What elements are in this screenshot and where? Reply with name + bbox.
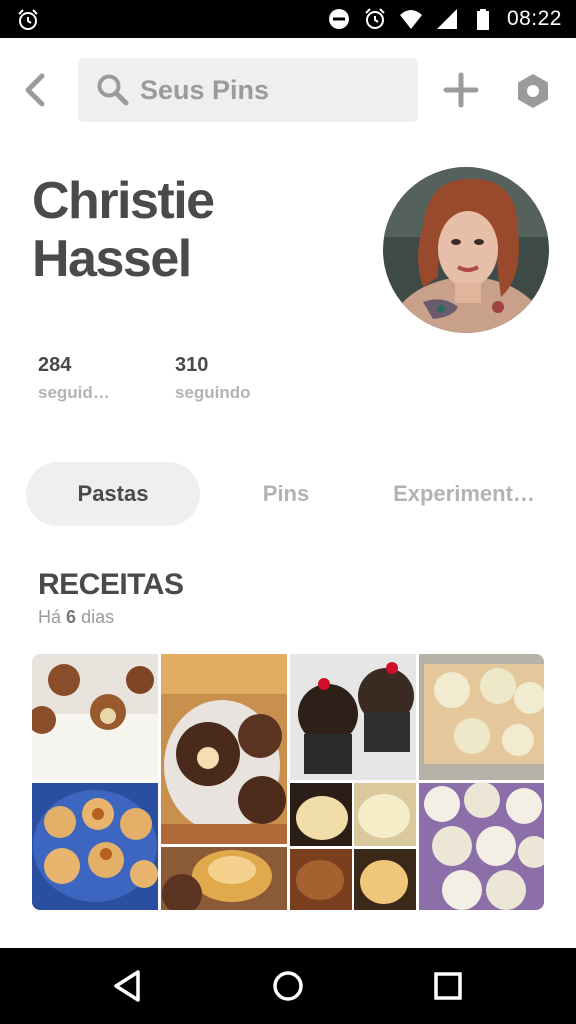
signal-icon — [436, 9, 457, 29]
nav-back-icon[interactable] — [108, 966, 148, 1006]
search-placeholder: Seus Pins — [140, 74, 270, 105]
search-icon — [97, 74, 129, 106]
board-meta-suffix: dias — [81, 607, 115, 627]
search-input[interactable]: Seus Pins — [78, 58, 418, 122]
followers-count: 284 — [38, 354, 72, 376]
followers-stat[interactable]: 284 seguid… — [38, 354, 110, 403]
nav-recents-icon[interactable] — [428, 966, 468, 1006]
status-time: 08:22 — [506, 7, 562, 30]
back-arrow-icon[interactable] — [20, 72, 52, 108]
board-image-5 — [32, 783, 158, 910]
nav-home-icon[interactable] — [268, 966, 308, 1006]
profile-tabs: Pastas Pins Experiment… — [26, 462, 556, 526]
tab-experiment[interactable]: Experiment… — [376, 462, 552, 526]
board-meta-prefix: Há — [38, 607, 62, 627]
do-not-disturb-icon — [328, 9, 349, 29]
wifi-icon — [399, 10, 422, 29]
tab-pastas[interactable]: Pastas — [26, 462, 200, 526]
plus-icon[interactable] — [443, 72, 479, 108]
avatar[interactable] — [383, 167, 549, 333]
board-image-2 — [161, 654, 287, 844]
profile-first-name: Christie — [32, 172, 215, 230]
board-image-3 — [290, 654, 416, 780]
battery-icon — [476, 9, 489, 30]
board-meta: Há 6 dias — [38, 607, 114, 628]
board-image-8 — [419, 782, 544, 910]
board-cover-grid[interactable] — [32, 654, 544, 910]
board-meta-number: 6 — [66, 607, 77, 627]
followers-label: seguid… — [38, 383, 110, 402]
settings-hexagon-icon[interactable] — [514, 72, 552, 110]
following-count: 310 — [175, 354, 209, 376]
status-bar: 08:22 — [0, 0, 576, 38]
board-image-1 — [32, 654, 158, 780]
profile-name: Christie Hassel — [32, 172, 215, 288]
following-stat[interactable]: 310 seguindo — [175, 354, 251, 403]
alarm-icon — [18, 9, 38, 30]
alarm-icon — [365, 8, 385, 29]
system-nav-bar — [0, 948, 576, 1024]
tab-pins[interactable]: Pins — [226, 462, 346, 526]
board-image-6 — [161, 847, 287, 910]
profile-last-name: Hassel — [32, 230, 192, 288]
top-toolbar: Seus Pins — [0, 38, 576, 142]
board-image-4 — [419, 654, 544, 780]
following-label: seguindo — [175, 383, 251, 402]
board-title[interactable]: RECEITAS — [38, 568, 184, 602]
